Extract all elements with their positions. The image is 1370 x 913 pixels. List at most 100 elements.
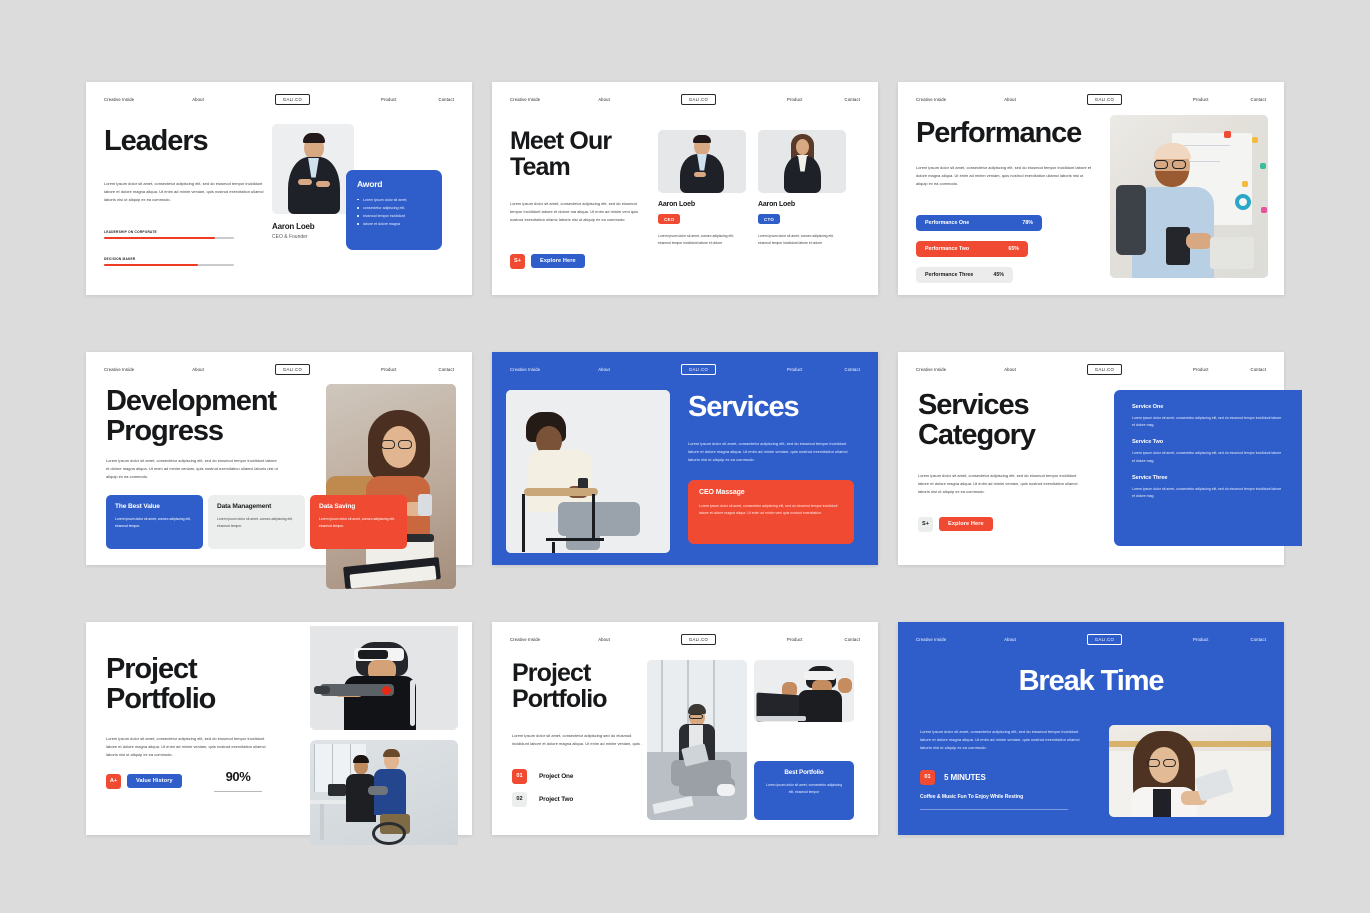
nav-about[interactable]: About bbox=[1004, 637, 1016, 642]
explore-here-button[interactable]: Explore Here bbox=[531, 254, 585, 268]
navbar: Creative Inside About GALI.CO Product Co… bbox=[86, 352, 472, 388]
portfolio-photo-vr bbox=[754, 659, 854, 722]
nav-creative-inside[interactable]: Creative Inside bbox=[916, 97, 946, 102]
service-item: Service One Lorem ipsum dolor sit amet, … bbox=[1132, 404, 1284, 430]
slide-break-time[interactable]: Creative Inside About GALI.CO Product Co… bbox=[898, 621, 1284, 835]
nav-about[interactable]: About bbox=[598, 97, 610, 102]
member-bio: Lorem ipsum dolor sit amet, consec adipi… bbox=[658, 233, 734, 245]
nav-product[interactable]: Product bbox=[787, 97, 802, 102]
nav-product[interactable]: Product bbox=[1193, 97, 1208, 102]
nav-creative-inside[interactable]: Creative Inside bbox=[916, 637, 946, 642]
skill-bar-leadership: LEADERSHIP ON CORPORATE bbox=[104, 230, 234, 240]
badge-a-plus[interactable]: A+ bbox=[106, 773, 121, 789]
service-title: Service One bbox=[1132, 403, 1164, 410]
nav-contact[interactable]: Contact bbox=[439, 367, 454, 372]
slide-meet-our-team[interactable]: Creative Inside About GALI.CO Product Co… bbox=[492, 81, 878, 295]
project-row[interactable]: 01 Project One bbox=[512, 768, 573, 784]
service-body: Lorem ipsum dolor sit amet, consectetur … bbox=[1132, 486, 1282, 499]
services-photo bbox=[506, 389, 670, 553]
brand-logo[interactable]: GALI.CO bbox=[1086, 633, 1123, 646]
brand-logo[interactable]: GALI.CO bbox=[680, 633, 717, 646]
project-row[interactable]: 02 Project Two bbox=[512, 791, 573, 807]
nav-creative-inside[interactable]: Creative Inside bbox=[510, 637, 540, 642]
nav-product[interactable]: Product bbox=[1193, 367, 1208, 372]
card-body: Lorem ipsum dolor sit amet, consec adipi… bbox=[217, 516, 293, 528]
nav-contact[interactable]: Contact bbox=[1251, 97, 1266, 102]
value-history-button[interactable]: Value History bbox=[127, 774, 182, 788]
nav-about[interactable]: About bbox=[598, 637, 610, 642]
page-title: Performance bbox=[916, 116, 1082, 149]
nav-about[interactable]: About bbox=[1004, 97, 1016, 102]
member-bio: Lorem ipsum dolor sit amet, consec adipi… bbox=[758, 233, 834, 245]
development-photo bbox=[326, 383, 456, 589]
nav-about[interactable]: About bbox=[192, 97, 204, 102]
feature-card-data-management: Data Management Lorem ipsum dolor sit am… bbox=[208, 494, 305, 549]
slide-leaders[interactable]: Creative Inside About GALI.CO Product Co… bbox=[86, 81, 472, 295]
feature-card-best-value: The Best Value Lorem ipsum dolor sit ame… bbox=[106, 494, 203, 549]
skill-fill bbox=[104, 236, 215, 240]
service-item: Service Two Lorem ipsum dolor sit amet, … bbox=[1132, 439, 1284, 465]
nav-creative-inside[interactable]: Creative Inside bbox=[916, 367, 946, 372]
nav-product[interactable]: Product bbox=[381, 367, 396, 372]
brand-logo[interactable]: GALI.CO bbox=[1086, 363, 1123, 376]
break-subtitle: Coffee & Music Fun To Enjoy While Restin… bbox=[920, 793, 1024, 800]
award-item: eiusmod tempor incididunt bbox=[357, 212, 431, 220]
award-title: Aword bbox=[357, 178, 383, 189]
break-number: 01 bbox=[920, 769, 935, 785]
award-item: consectetur adipiscing elit, bbox=[357, 204, 431, 212]
badge-s-plus[interactable]: S+ bbox=[510, 253, 525, 269]
nav-product[interactable]: Product bbox=[787, 367, 802, 372]
nav-about[interactable]: About bbox=[1004, 367, 1016, 372]
brand-logo[interactable]: GALI.CO bbox=[680, 363, 717, 376]
slide-project-portfolio-a[interactable]: Project Portfolio Lorem ipsum dolor sit … bbox=[86, 621, 472, 845]
slide-performance[interactable]: Creative Inside About GALI.CO Product Co… bbox=[898, 81, 1284, 295]
card-title: Best Portfolio bbox=[784, 768, 824, 776]
nav-contact[interactable]: Contact bbox=[1251, 367, 1266, 372]
slide-project-portfolio-b[interactable]: Creative Inside About GALI.CO Product Co… bbox=[492, 621, 878, 835]
member-role-badge: CEO bbox=[658, 214, 681, 224]
slide-services[interactable]: Creative Inside About GALI.CO Product Co… bbox=[492, 351, 878, 565]
brand-logo[interactable]: GALI.CO bbox=[274, 93, 311, 106]
intro-paragraph: Lorem ipsum dolor sit amet, consectetur … bbox=[106, 735, 266, 757]
nav-creative-inside[interactable]: Creative Inside bbox=[510, 97, 540, 102]
nav-creative-inside[interactable]: Creative Inside bbox=[510, 367, 540, 372]
nav-about[interactable]: About bbox=[192, 367, 204, 372]
cta-group: A+ Value History bbox=[106, 773, 182, 789]
nav-product[interactable]: Product bbox=[1193, 637, 1208, 642]
brand-logo[interactable]: GALI.CO bbox=[680, 93, 717, 106]
nav-contact[interactable]: Contact bbox=[439, 97, 454, 102]
nav-creative-inside[interactable]: Creative Inside bbox=[104, 97, 134, 102]
portfolio-photo-vr-drone bbox=[310, 625, 458, 730]
cta-group: S+ Explore Here bbox=[918, 516, 993, 532]
performance-label: Performance Two bbox=[925, 245, 970, 252]
badge-s-plus[interactable]: S+ bbox=[918, 516, 933, 532]
performance-label: Performance One bbox=[925, 219, 970, 226]
intro-paragraph: Lorem ipsum dolor sit amet, consectetur … bbox=[688, 440, 848, 462]
explore-here-button[interactable]: Explore Here bbox=[939, 517, 993, 531]
card-title: Data Management bbox=[217, 502, 272, 510]
navbar: Creative Inside About GALI.CO Product Co… bbox=[898, 82, 1284, 118]
nav-contact[interactable]: Contact bbox=[845, 97, 860, 102]
page-title: Development Progress bbox=[106, 384, 277, 447]
nav-contact[interactable]: Contact bbox=[845, 367, 860, 372]
nav-creative-inside[interactable]: Creative Inside bbox=[104, 367, 134, 372]
skill-label: DECISION MAKER bbox=[104, 256, 136, 261]
cta-group: S+ Explore Here bbox=[510, 253, 585, 269]
page-title: Services bbox=[688, 390, 800, 423]
nav-about[interactable]: About bbox=[598, 367, 610, 372]
brand-logo[interactable]: GALI.CO bbox=[1086, 93, 1123, 106]
slide-services-category[interactable]: Creative Inside About GALI.CO Product Co… bbox=[898, 351, 1302, 565]
nav-product[interactable]: Product bbox=[787, 637, 802, 642]
nav-contact[interactable]: Contact bbox=[845, 637, 860, 642]
nav-contact[interactable]: Contact bbox=[1251, 637, 1266, 642]
service-item: Service Three Lorem ipsum dolor sit amet… bbox=[1132, 475, 1284, 501]
break-duration-row: 01 5 MINUTES bbox=[920, 769, 986, 785]
slide-development-progress[interactable]: Creative Inside About GALI.CO Product Co… bbox=[86, 351, 472, 589]
brand-logo[interactable]: GALI.CO bbox=[274, 363, 311, 376]
portfolio-photo-sitting bbox=[647, 659, 747, 820]
nav-product[interactable]: Product bbox=[381, 97, 396, 102]
feature-card-data-saving: Data Saving Lorem ipsum dolor sit amet, … bbox=[310, 494, 407, 549]
leader-photo bbox=[272, 123, 354, 214]
card-body: Lorem ipsum dolor sit amet, consec adipi… bbox=[115, 516, 191, 528]
team-member-card: Aaron Loeb CEO Lorem ipsum dolor sit ame… bbox=[658, 129, 746, 247]
